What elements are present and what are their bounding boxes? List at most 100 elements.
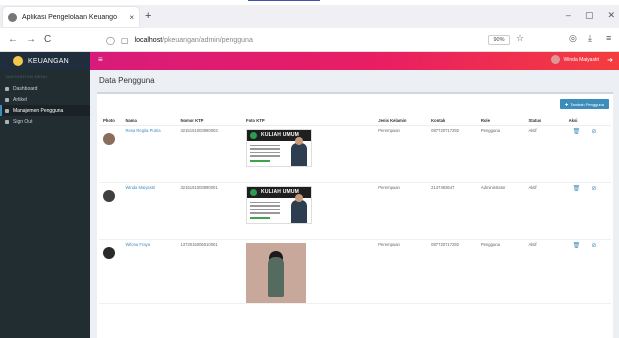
- back-icon[interactable]: ←: [8, 34, 18, 45]
- brand-name: KEUANGAN: [28, 57, 69, 65]
- col-header-photo[interactable]: Photo: [99, 116, 126, 126]
- status: Aktif: [528, 241, 537, 247]
- ktp-number: 1373015006010001: [180, 241, 218, 247]
- trash-icon[interactable]: 🗑: [573, 243, 581, 249]
- restore-icon[interactable]: ▢: [585, 10, 594, 21]
- dashboard-icon: [5, 86, 9, 91]
- sidebar: NAVIGATION MENU Dashboard Artikel Manaje…: [0, 70, 90, 338]
- edit-icon[interactable]: ⊘: [591, 129, 596, 135]
- col-header-foto-ktp[interactable]: Foto KTP: [246, 116, 379, 126]
- sidebar-item-label: Dashboard: [13, 85, 38, 92]
- edit-icon[interactable]: ⊘: [591, 243, 596, 249]
- ktp-photo: KULIAH UMUM: [246, 128, 313, 167]
- col-header-kontak[interactable]: Kontak: [431, 116, 481, 126]
- role: Pengguna: [480, 127, 500, 133]
- reload-icon[interactable]: C: [44, 34, 51, 45]
- forward-icon[interactable]: →: [26, 34, 36, 45]
- logout-icon[interactable]: ➜: [607, 56, 613, 64]
- status: Aktif: [528, 127, 537, 133]
- ktp-number: 3215151003990001: [180, 184, 218, 190]
- trash-icon[interactable]: 🗑: [573, 129, 581, 135]
- table-header-row: Photo Nama Nomor KTP Foto KTP Jenis Kela…: [99, 116, 611, 126]
- user-name-link[interactable]: Wilona Fraya: [125, 242, 150, 247]
- sidebar-item-dashboard[interactable]: Dashboard: [0, 83, 90, 94]
- window-controls: – ▢ ✕: [566, 10, 615, 21]
- ktp-photo: [246, 242, 307, 303]
- sidebar-item-label: Sign Out: [13, 118, 33, 125]
- shield-icon: ◯: [106, 35, 115, 45]
- user-name: Winda Maiyastri: [563, 56, 600, 63]
- address-bar[interactable]: ◯ ▢ localhost/pkeuangan/admin/pengguna: [106, 32, 522, 48]
- sidebar-header: NAVIGATION MENU: [6, 74, 48, 79]
- url-host: localhost: [134, 36, 163, 44]
- url-path: /pkeuangan/admin/pengguna: [162, 36, 253, 44]
- main-content: Data Pengguna ✚ Tambah Pengguna Photo Na…: [90, 70, 619, 338]
- contact: 087720717292: [431, 241, 460, 247]
- zoom-level[interactable]: 90%: [488, 35, 510, 45]
- seal-icon: [250, 131, 258, 139]
- users-icon: [5, 108, 9, 113]
- gender: Perempuan: [378, 184, 400, 190]
- status: Aktif: [528, 184, 537, 190]
- add-user-label: Tambah Pengguna: [570, 101, 604, 107]
- table-row: Wilona Fraya 1373015006010001 Perempuan …: [99, 239, 611, 304]
- minimize-icon[interactable]: –: [566, 10, 571, 21]
- seal-icon: [250, 188, 258, 196]
- new-tab-button[interactable]: +: [145, 10, 151, 22]
- top-rule: [0, 0, 619, 2]
- window-close-icon[interactable]: ✕: [607, 10, 615, 21]
- table-row: Winda Maiyastri 3215151003990001 KULIAH …: [99, 182, 611, 240]
- page-title: Data Pengguna: [99, 76, 155, 85]
- contact: 2147483647: [431, 184, 455, 190]
- gender: Perempuan: [378, 127, 400, 133]
- user-name-link[interactable]: Winda Maiyastri: [125, 185, 155, 190]
- users-table: Photo Nama Nomor KTP Foto KTP Jenis Kela…: [99, 116, 611, 304]
- brand[interactable]: KEUANGAN: [0, 52, 90, 70]
- add-user-button[interactable]: ✚ Tambah Pengguna: [560, 99, 609, 109]
- sidebar-item-manajemen-pengguna[interactable]: Manajemen Pengguna: [0, 105, 90, 116]
- user-plus-icon: ✚: [565, 101, 569, 107]
- top-navbar: ≡ Winda Maiyastri ➜: [90, 52, 619, 70]
- col-header-nama[interactable]: Nama: [125, 116, 181, 126]
- users-box: ✚ Tambah Pengguna Photo Nama Nomor KTP F…: [97, 92, 613, 338]
- sidebar-item-sign-out[interactable]: Sign Out: [0, 116, 90, 127]
- hamburger-icon[interactable]: ≡: [98, 55, 103, 64]
- sign-out-icon: [5, 119, 9, 124]
- browser-tab-strip: Aplikasi Pengelolaan Keuango × + – ▢ ✕: [0, 5, 619, 28]
- gender: Perempuan: [378, 241, 400, 247]
- download-icon[interactable]: ⤓: [588, 33, 592, 44]
- trash-icon[interactable]: 🗑: [573, 186, 581, 192]
- tab-favicon-icon: [8, 12, 17, 22]
- browser-tab[interactable]: Aplikasi Pengelolaan Keuango ×: [3, 7, 139, 27]
- ktp-photo: KULIAH UMUM: [246, 185, 313, 224]
- edit-icon[interactable]: ⊘: [591, 186, 596, 192]
- pocket-icon[interactable]: ◎: [569, 33, 577, 44]
- brand-logo-icon: [13, 56, 23, 66]
- user-menu[interactable]: Winda Maiyastri ➜: [550, 55, 613, 64]
- page-info-icon[interactable]: ▢: [121, 36, 129, 45]
- col-header-aksi[interactable]: Aksi: [568, 116, 611, 126]
- table-row: Resa Regita Putria 3215151003990003 KULI…: [99, 125, 611, 183]
- ktp-number: 3215151003990003: [180, 127, 218, 133]
- col-header-jenis-kelamin[interactable]: Jenis Kelamin: [378, 116, 432, 126]
- menu-icon[interactable]: ≡: [606, 33, 611, 43]
- contact: 087720717292: [431, 127, 460, 133]
- user-avatar: [550, 55, 560, 64]
- sidebar-item-artikel[interactable]: Artikel: [0, 94, 90, 105]
- col-header-nomor-ktp[interactable]: Nomor KTP: [180, 116, 247, 126]
- sidebar-item-label: Manajemen Pengguna: [13, 107, 64, 114]
- role: Administrator: [480, 184, 506, 190]
- sidebar-item-label: Artikel: [13, 96, 27, 103]
- tab-title: Aplikasi Pengelolaan Keuango: [22, 13, 117, 21]
- avatar: [103, 132, 115, 145]
- col-header-status[interactable]: Status: [528, 116, 569, 126]
- browser-nav-bar: ← → C ◯ ▢ localhost/pkeuangan/admin/peng…: [0, 28, 619, 52]
- ktp-heading: KULIAH UMUM: [261, 131, 300, 138]
- ktp-heading: KULIAH UMUM: [261, 188, 300, 195]
- bookmark-star-icon[interactable]: ☆: [516, 33, 524, 44]
- user-name-link[interactable]: Resa Regita Putria: [125, 128, 160, 133]
- avatar: [103, 246, 115, 259]
- article-icon: [5, 97, 9, 102]
- tab-close-icon[interactable]: ×: [129, 13, 134, 22]
- col-header-role[interactable]: Role: [480, 116, 529, 126]
